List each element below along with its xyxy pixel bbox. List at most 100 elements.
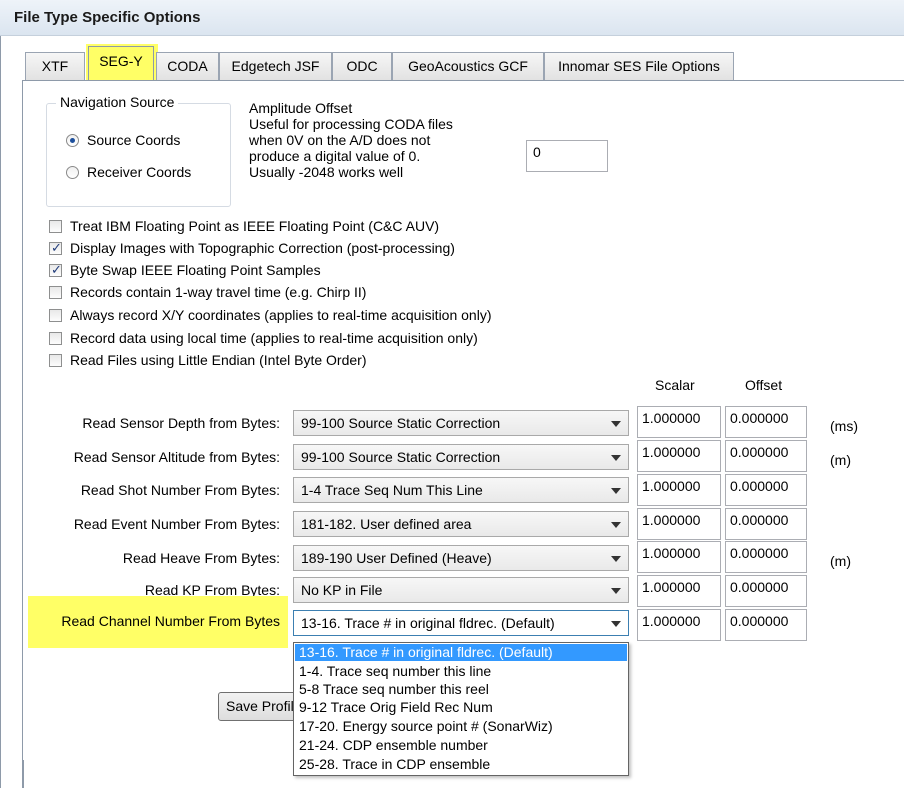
chevron-down-icon[interactable] xyxy=(611,621,621,627)
tab-odc[interactable]: ODC xyxy=(332,52,392,80)
radio-receiver-coords-label: Receiver Coords xyxy=(87,164,192,180)
checkbox-topographic-correction[interactable]: Display Images with Topographic Correcti… xyxy=(49,240,455,256)
dropdown-option-selected[interactable]: 13-16. Trace # in original fldrec. (Defa… xyxy=(295,644,627,661)
row-label-heave: Read Heave From Bytes: xyxy=(122,550,280,566)
amplitude-line-1: Amplitude Offset xyxy=(249,100,353,116)
channel-number-scalar[interactable]: 1.000000 xyxy=(637,609,721,641)
amplitude-line-2: Useful for processing CODA files xyxy=(249,116,453,132)
checkbox-label: Read Files using Little Endian (Intel By… xyxy=(70,352,367,368)
radio-source-coords[interactable]: Source Coords xyxy=(66,132,180,148)
checkbox-label: Records contain 1-way travel time (e.g. … xyxy=(70,284,367,300)
checkbox-box[interactable] xyxy=(49,308,62,322)
tab-geoacoustics-gcf[interactable]: GeoAcoustics GCF xyxy=(392,52,544,80)
chevron-down-icon[interactable] xyxy=(611,455,621,461)
sensor-depth-select[interactable]: 99-100 Source Static Correction xyxy=(293,410,629,436)
checkbox-box-checked[interactable] xyxy=(49,262,62,278)
sensor-altitude-select[interactable]: 99-100 Source Static Correction xyxy=(293,444,629,470)
select-value: 13-16. Trace # in original fldrec. (Defa… xyxy=(301,615,555,631)
row-label-event-number: Read Event Number From Bytes: xyxy=(73,516,280,532)
checkbox-label: Record data using local time (applies to… xyxy=(70,330,478,346)
amplitude-line-4: produce a digital value of 0. xyxy=(249,148,421,164)
heave-select[interactable]: 189-190 User Defined (Heave) xyxy=(293,545,629,571)
radio-indicator[interactable] xyxy=(66,165,79,179)
checkbox-box[interactable] xyxy=(49,219,62,233)
chevron-down-icon[interactable] xyxy=(611,488,621,494)
select-value: 1-4 Trace Seq Num This Line xyxy=(301,482,483,498)
checkbox-box[interactable] xyxy=(49,331,62,345)
radio-indicator-selected[interactable] xyxy=(66,133,79,147)
dropdown-option[interactable]: 21-24. CDP ensemble number xyxy=(295,737,627,754)
checkbox-box[interactable] xyxy=(49,285,62,299)
tab-xtf[interactable]: XTF xyxy=(25,52,85,80)
checkbox-ibm-float[interactable]: Treat IBM Floating Point as IEEE Floatin… xyxy=(49,218,439,234)
chevron-down-icon[interactable] xyxy=(611,588,621,594)
page-left-border xyxy=(22,760,24,788)
checkbox-little-endian[interactable]: Read Files using Little Endian (Intel By… xyxy=(49,352,366,368)
checkbox-one-way-travel[interactable]: Records contain 1-way travel time (e.g. … xyxy=(49,284,366,300)
amplitude-offset-input[interactable]: 0 xyxy=(526,140,608,172)
checkbox-box[interactable] xyxy=(49,353,62,367)
checkbox-label: Always record X/Y coordinates (applies t… xyxy=(70,307,492,323)
tab-innomar-ses[interactable]: Innomar SES File Options xyxy=(544,52,734,80)
radio-source-coords-label: Source Coords xyxy=(87,132,181,148)
shot-number-offset[interactable]: 0.000000 xyxy=(725,474,807,506)
offset-column-header: Offset xyxy=(745,377,783,393)
sensor-depth-offset[interactable]: 0.000000 xyxy=(725,406,807,438)
amplitude-offset-description: Amplitude Offset Useful for processing C… xyxy=(249,100,453,180)
navigation-source-label: Navigation Source xyxy=(56,94,179,110)
heave-unit: (m) xyxy=(830,553,851,569)
channel-number-dropdown-list[interactable]: 13-16. Trace # in original fldrec. (Defa… xyxy=(293,642,629,776)
select-value: 189-190 User Defined (Heave) xyxy=(301,550,492,566)
checkbox-box-checked[interactable] xyxy=(49,240,62,256)
kp-select[interactable]: No KP in File xyxy=(293,577,629,603)
checkbox-label: Treat IBM Floating Point as IEEE Floatin… xyxy=(70,218,440,234)
radio-receiver-coords[interactable]: Receiver Coords xyxy=(66,164,191,180)
checkbox-label: Display Images with Topographic Correcti… xyxy=(70,240,455,256)
window-title: File Type Specific Options xyxy=(14,9,201,26)
select-value: 181-182. User defined area xyxy=(301,516,472,532)
event-number-scalar[interactable]: 1.000000 xyxy=(637,508,721,540)
heave-offset[interactable]: 0.000000 xyxy=(725,541,807,573)
event-number-offset[interactable]: 0.000000 xyxy=(725,508,807,540)
dropdown-option[interactable]: 1-4. Trace seq number this line xyxy=(295,663,627,680)
sensor-altitude-scalar[interactable]: 1.000000 xyxy=(637,440,721,472)
shot-number-scalar[interactable]: 1.000000 xyxy=(637,474,721,506)
title-bar: File Type Specific Options xyxy=(0,0,904,36)
chevron-down-icon[interactable] xyxy=(611,556,621,562)
tab-segy[interactable]: SEG-Y xyxy=(88,46,154,81)
row-label-channel-number: Read Channel Number From Bytes xyxy=(61,613,280,629)
chevron-down-icon[interactable] xyxy=(611,421,621,427)
shot-number-select[interactable]: 1-4 Trace Seq Num This Line xyxy=(293,477,629,503)
kp-scalar[interactable]: 1.000000 xyxy=(637,575,721,607)
select-value: 99-100 Source Static Correction xyxy=(301,449,501,465)
tab-edgetech-jsf[interactable]: Edgetech JSF xyxy=(219,52,332,80)
sensor-depth-unit: (ms) xyxy=(830,418,858,434)
channel-number-select[interactable]: 13-16. Trace # in original fldrec. (Defa… xyxy=(293,610,629,636)
channel-number-offset[interactable]: 0.000000 xyxy=(725,609,807,641)
sensor-altitude-unit: (m) xyxy=(830,452,851,468)
dropdown-option[interactable]: 25-28. Trace in CDP ensemble xyxy=(295,756,627,773)
chevron-down-icon[interactable] xyxy=(611,522,621,528)
row-label-sensor-depth: Read Sensor Depth from Bytes: xyxy=(82,415,280,431)
dropdown-option[interactable]: 17-20. Energy source point # (SonarWiz) xyxy=(295,718,627,735)
checkbox-always-record-xy[interactable]: Always record X/Y coordinates (applies t… xyxy=(49,307,492,323)
select-value: 99-100 Source Static Correction xyxy=(301,415,501,431)
row-label-shot-number: Read Shot Number From Bytes: xyxy=(80,482,280,498)
select-value: No KP in File xyxy=(301,582,383,598)
checkbox-label: Byte Swap IEEE Floating Point Samples xyxy=(70,262,321,278)
dropdown-option[interactable]: 5-8 Trace seq number this reel xyxy=(295,681,627,698)
tab-coda[interactable]: CODA xyxy=(156,52,219,80)
heave-scalar[interactable]: 1.000000 xyxy=(637,541,721,573)
scalar-column-header: Scalar xyxy=(655,377,695,393)
sensor-depth-scalar[interactable]: 1.000000 xyxy=(637,406,721,438)
amplitude-line-5: Usually -2048 works well xyxy=(249,164,404,180)
amplitude-line-3: when 0V on the A/D does not xyxy=(249,132,431,148)
event-number-select[interactable]: 181-182. User defined area xyxy=(293,511,629,537)
checkbox-local-time[interactable]: Record data using local time (applies to… xyxy=(49,330,478,346)
checkbox-byte-swap[interactable]: Byte Swap IEEE Floating Point Samples xyxy=(49,262,321,278)
navigation-source-group xyxy=(46,103,231,207)
dropdown-option[interactable]: 9-12 Trace Orig Field Rec Num xyxy=(295,699,627,716)
sensor-altitude-offset[interactable]: 0.000000 xyxy=(725,440,807,472)
row-label-sensor-altitude: Read Sensor Altitude from Bytes: xyxy=(73,449,280,465)
kp-offset[interactable]: 0.000000 xyxy=(725,575,807,607)
